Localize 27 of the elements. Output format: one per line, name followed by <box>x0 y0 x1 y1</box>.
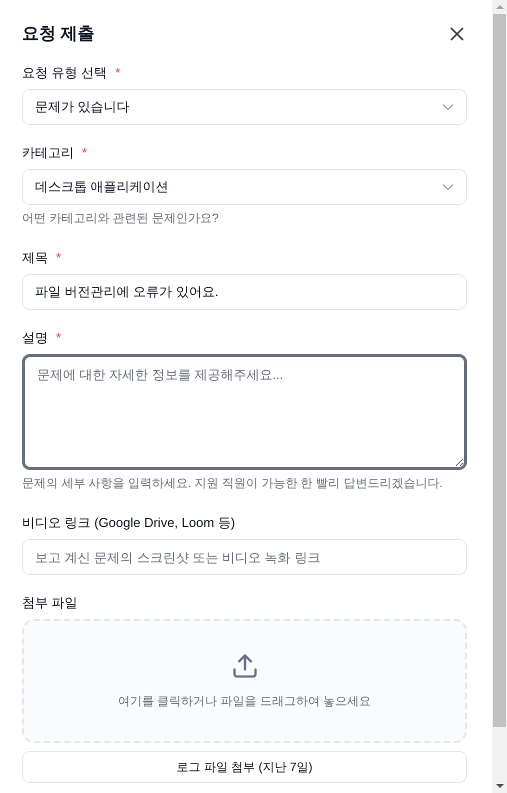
scrollbar-thumb[interactable] <box>493 14 506 727</box>
upload-icon <box>230 652 258 680</box>
select-field[interactable]: 데스크톱 애플리케이션 <box>22 169 467 205</box>
field-label: 설명 <box>22 330 48 346</box>
close-icon <box>450 27 464 41</box>
field-label: 비디오 링크 (Google Drive, Loom 등) <box>22 515 236 531</box>
chevron-down-icon <box>442 183 454 191</box>
field-hint: 어떤 카테고리와 관련된 문제인가요? <box>22 210 220 226</box>
chevron-down-icon <box>442 103 454 111</box>
field-hint: 문제의 세부 사항을 입력하세요. 지원 직원이 가능한 한 빨리 답변드리겠습니다. <box>22 475 444 491</box>
text-field[interactable]: 파일 버전관리에 오류가 있어요. <box>22 274 467 310</box>
scrollbar[interactable] <box>492 0 507 793</box>
required-asterisk: * <box>56 330 62 346</box>
required-asterisk: * <box>82 145 88 161</box>
text-field[interactable]: 보고 계신 문제의 스크린샷 또는 비디오 녹화 링크 <box>22 539 467 575</box>
description-field[interactable]: 문제에 대한 자세한 정보를 제공해주세요... <box>22 354 467 470</box>
dialog-title: 요청 제출 <box>22 23 95 46</box>
required-asterisk: * <box>56 250 62 266</box>
field-label: 요청 유형 선택 <box>22 65 108 81</box>
attach-logs-button[interactable]: 로그 파일 첨부 (지난 7일) <box>22 751 467 783</box>
field-label: 첨부 파일 <box>22 595 78 611</box>
file-dropzone[interactable]: 여기를 클릭하거나 파일을 드래그하여 놓으세요 <box>22 619 467 743</box>
select-field[interactable]: 문제가 있습니다 <box>22 89 467 125</box>
dropzone-text: 여기를 클릭하거나 파일을 드래그하여 놓으세요 <box>118 693 372 710</box>
field-label: 카테고리 <box>22 145 74 161</box>
field-label: 제목 <box>22 250 48 266</box>
required-asterisk: * <box>115 65 120 81</box>
